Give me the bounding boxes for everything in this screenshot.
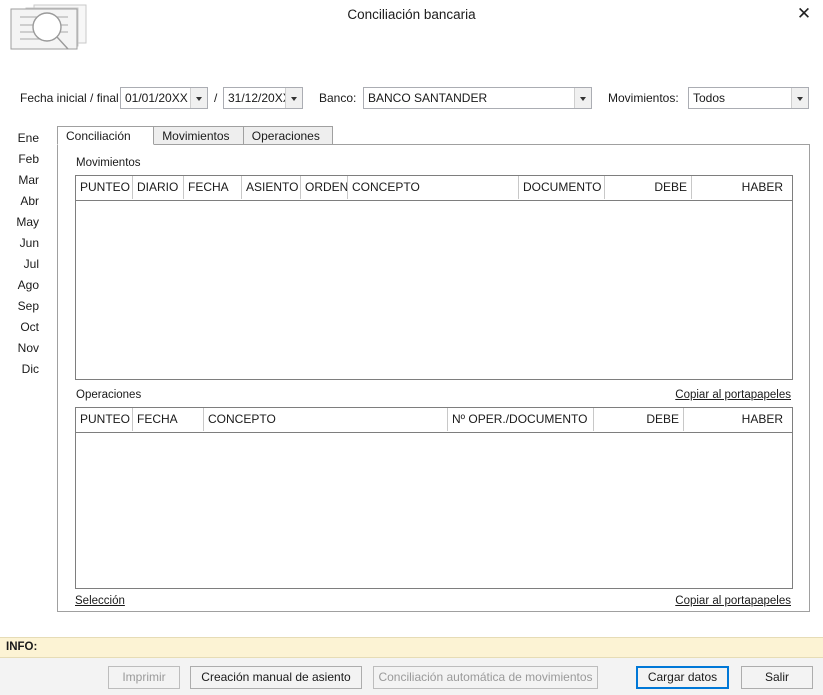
imprimir-button: Imprimir (108, 666, 180, 689)
month-item-mar[interactable]: Mar (0, 170, 46, 191)
chevron-down-icon[interactable] (574, 88, 591, 108)
month-item-abr[interactable]: Abr (0, 191, 46, 212)
month-item-may[interactable]: May (0, 212, 46, 233)
cargar-datos-button[interactable]: Cargar datos (636, 666, 729, 689)
tab-strip: Conciliación Movimientos Operaciones (57, 126, 810, 145)
column-header-documento[interactable]: DOCUMENTO (519, 176, 605, 199)
operaciones-copy-clipboard-link[interactable]: Copiar al portapapeles (675, 595, 791, 607)
tab-operaciones[interactable]: Operaciones (242, 126, 334, 145)
creaci-n-manual-de-asiento-button[interactable]: Creación manual de asiento (190, 666, 362, 689)
month-sidebar: Ene Feb Mar Abr May Jun Jul Ago Sep Oct Nov Dic (0, 128, 46, 380)
month-item-nov[interactable]: Nov (0, 338, 46, 359)
tab-movimientos[interactable]: Movimientos (153, 126, 244, 145)
column-header-orden[interactable]: ORDEN (301, 176, 348, 199)
operaciones-section-label: Operaciones (76, 389, 142, 401)
movements-label: Movimientos: (608, 91, 679, 105)
movimientos-grid[interactable]: PUNTEO DIARIO FECHA ASIENTO ORDEN CONCEPTO DOC… (75, 175, 793, 380)
column-header-fecha[interactable]: FECHA (184, 176, 242, 199)
operaciones-grid-body[interactable] (76, 433, 792, 588)
salir-button[interactable]: Salir (741, 666, 813, 689)
month-item-oct[interactable]: Oct (0, 317, 46, 338)
month-item-jul[interactable]: Jul (0, 254, 46, 275)
movements-select[interactable]: Todos (688, 87, 809, 109)
month-item-ago[interactable]: Ago (0, 275, 46, 296)
info-label: INFO: (6, 641, 38, 653)
tab-conciliacin[interactable]: Conciliación (57, 126, 155, 145)
month-item-ene[interactable]: Ene (0, 128, 46, 149)
column-header-punteo[interactable]: PUNTEO (76, 176, 133, 199)
date-range-label: Fecha inicial / final (20, 91, 119, 105)
column-header-n-oper-documento[interactable]: Nº OPER./DOCUMENTO (448, 408, 594, 431)
seleccion-link[interactable]: Selección (75, 595, 125, 607)
chevron-down-icon[interactable] (190, 88, 207, 108)
movimientos-grid-body[interactable] (76, 201, 792, 379)
column-header-diario[interactable]: DIARIO (133, 176, 184, 199)
bank-value: BANCO SANTANDER (368, 91, 488, 105)
title-bar: Conciliación bancaria ✕ (0, 0, 823, 62)
month-item-jun[interactable]: Jun (0, 233, 46, 254)
chevron-down-icon[interactable] (285, 88, 302, 108)
column-header-asiento[interactable]: ASIENTO (242, 176, 301, 199)
column-header-haber[interactable]: HABER (684, 408, 787, 431)
date-separator: / (214, 91, 218, 105)
date-to-value: 31/12/20XX (228, 91, 291, 105)
movimientos-section-label: Movimientos (76, 157, 141, 169)
column-header-punteo[interactable]: PUNTEO (76, 408, 133, 431)
bank-label: Banco: (319, 91, 357, 105)
movements-value: Todos (693, 91, 726, 105)
operaciones-grid[interactable]: PUNTEO FECHA CONCEPTO Nº OPER./DOCUMENTO DEB… (75, 407, 793, 589)
column-header-debe[interactable]: DEBE (605, 176, 692, 199)
month-item-sep[interactable]: Sep (0, 296, 46, 317)
window-title: Conciliación bancaria (347, 7, 476, 22)
conciliacion-panel: Movimientos PUNTEO DIARIO FECHA ASIENTO ORDE… (57, 144, 810, 612)
date-to-input[interactable]: 31/12/20XX (223, 87, 303, 109)
column-header-debe[interactable]: DEBE (594, 408, 684, 431)
month-item-feb[interactable]: Feb (0, 149, 46, 170)
chevron-down-icon[interactable] (791, 88, 808, 108)
footer-button-bar: Imprimir Creación manual de asiento Concil… (0, 658, 823, 695)
column-header-fecha[interactable]: FECHA (133, 408, 204, 431)
info-bar: INFO: (0, 637, 823, 658)
operaciones-grid-header: PUNTEO FECHA CONCEPTO Nº OPER./DOCUMENTO DEB… (76, 408, 792, 433)
close-icon[interactable]: ✕ (791, 2, 817, 26)
date-from-value: 01/01/20XX (125, 91, 188, 105)
month-item-dic[interactable]: Dic (0, 359, 46, 380)
movimientos-copy-clipboard-link[interactable]: Copiar al portapapeles (675, 389, 791, 401)
bank-select[interactable]: BANCO SANTANDER (363, 87, 592, 109)
column-header-haber[interactable]: HABER (692, 176, 787, 199)
movimientos-grid-header: PUNTEO DIARIO FECHA ASIENTO ORDEN CONCEPTO DOC… (76, 176, 792, 201)
column-header-concepto[interactable]: CONCEPTO (204, 408, 448, 431)
column-header-concepto[interactable]: CONCEPTO (348, 176, 519, 199)
filter-bar: Fecha inicial / final 01/01/20XX / 31/12… (0, 86, 823, 114)
date-from-input[interactable]: 01/01/20XX (120, 87, 208, 109)
conciliaci-n-autom-tica-de-movimientos-button: Conciliación automática de movimientos (373, 666, 598, 689)
